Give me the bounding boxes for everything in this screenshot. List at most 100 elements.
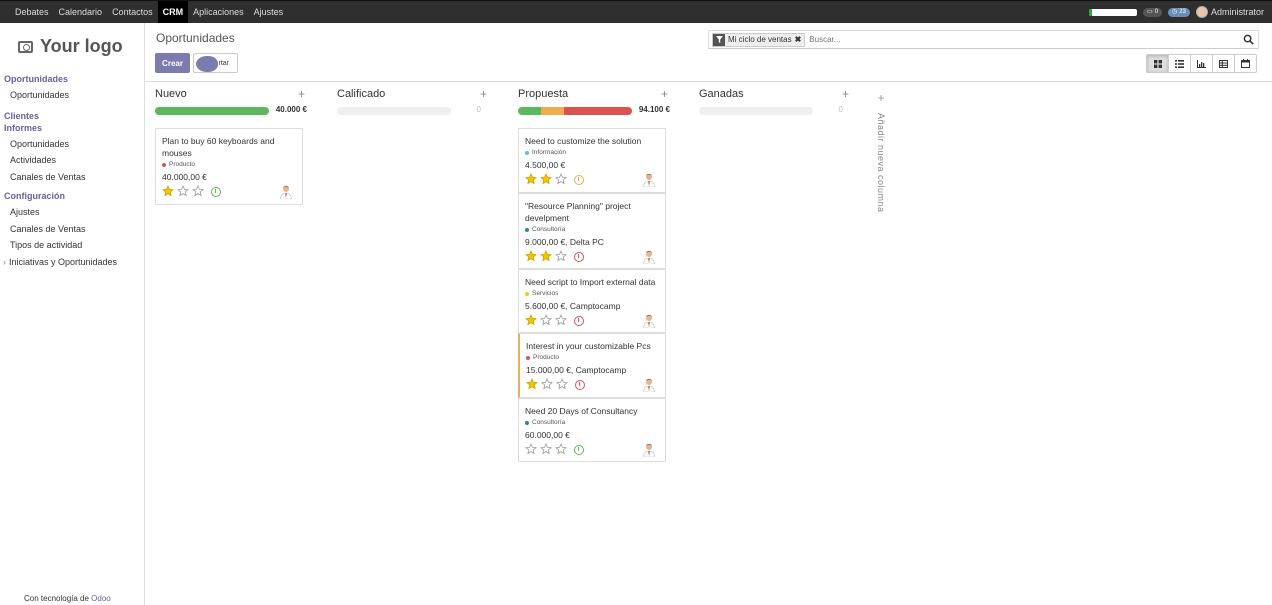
- sidebar-item-canales-de-ventas[interactable]: Canales de Ventas: [0, 221, 145, 238]
- star-icon[interactable]: [525, 250, 537, 264]
- sidebar-section-clientes[interactable]: Clientes: [0, 110, 145, 122]
- kanban-icon: [1153, 59, 1162, 68]
- sidebar-section-oportunidades[interactable]: Oportunidades: [0, 73, 145, 85]
- kanban-view-button[interactable]: [1146, 54, 1169, 73]
- calendar-view-button[interactable]: [1234, 54, 1257, 73]
- progress-segment[interactable]: [540, 107, 564, 115]
- activity-icon[interactable]: ◷ 23: [1168, 7, 1190, 17]
- sidebar-section-informes[interactable]: Informes: [0, 122, 145, 134]
- column-title[interactable]: Ganadas: [699, 88, 744, 100]
- star-icon[interactable]: [555, 443, 567, 457]
- star-icon[interactable]: [525, 443, 537, 457]
- star-icon[interactable]: [540, 443, 552, 457]
- progress-segment[interactable]: [155, 107, 269, 115]
- graph-view-button[interactable]: [1190, 54, 1213, 73]
- kanban-card[interactable]: Need 20 Days of Consultancy Consultoría …: [518, 398, 666, 462]
- column-total: 40.000 €: [275, 105, 307, 114]
- top-menu-ajustes[interactable]: Ajustes: [249, 1, 289, 23]
- activity-clock-icon[interactable]: [574, 252, 584, 262]
- sidebar: Your logo Oportunidades Oportunidades Clie…: [0, 23, 145, 605]
- sidebar-item-actividades[interactable]: Actividades: [0, 152, 145, 169]
- column-title[interactable]: Nuevo: [155, 88, 187, 100]
- star-icon[interactable]: [541, 378, 553, 392]
- sidebar-item-oportunidades[interactable]: Oportunidades: [0, 87, 145, 104]
- sidebar-item-iniciativas[interactable]: Iniciativas y Oportunidades: [0, 254, 145, 270]
- star-icon[interactable]: [540, 173, 552, 187]
- add-column-button[interactable]: + Añadir nueva columna: [874, 91, 888, 221]
- star-icon[interactable]: [540, 314, 552, 328]
- tag-label: Información: [532, 149, 566, 156]
- search-bar: Mi ciclo de ventas ✖: [708, 30, 1259, 49]
- create-button[interactable]: Crear: [155, 53, 190, 73]
- quick-create-plus-icon[interactable]: +: [842, 87, 849, 101]
- star-icon[interactable]: [540, 250, 552, 264]
- list-view-button[interactable]: [1168, 54, 1191, 73]
- activity-clock-icon[interactable]: [574, 175, 584, 185]
- top-menu-contactos[interactable]: Contactos: [107, 1, 158, 23]
- progress-segment[interactable]: [563, 107, 632, 115]
- import-label: rtar: [218, 59, 230, 67]
- odoo-link[interactable]: Odoo: [91, 594, 111, 603]
- column-title[interactable]: Propuesta: [518, 88, 568, 100]
- activity-clock-icon[interactable]: [574, 316, 584, 326]
- user-menu[interactable]: Administrator: [1195, 6, 1264, 18]
- sidebar-item-oportunidades[interactable]: Oportunidades: [0, 136, 145, 153]
- activity-clock-icon[interactable]: [574, 445, 584, 455]
- kanban-card[interactable]: Plan to buy 60 keyboards and mouses Prod…: [155, 128, 303, 205]
- star-icon[interactable]: [555, 250, 567, 264]
- import-button[interactable]: rtar: [193, 53, 238, 73]
- star-icon[interactable]: [555, 314, 567, 328]
- company-logo[interactable]: Your logo: [18, 36, 123, 57]
- kanban-card[interactable]: Need to customize the solution Informaci…: [518, 128, 666, 193]
- facet-remove-icon[interactable]: ✖: [795, 35, 805, 44]
- quick-create-plus-icon[interactable]: +: [480, 87, 487, 101]
- column-progress-bar[interactable]: [337, 107, 451, 115]
- tag-dot: [525, 421, 529, 425]
- card-title: "Resource Planning" project develpment: [525, 201, 631, 223]
- top-menu-debates[interactable]: Debates: [10, 1, 54, 23]
- column-progress-bar[interactable]: [699, 107, 813, 115]
- salesperson-avatar: [643, 443, 655, 458]
- card-amount: 60.000,00 €: [525, 430, 570, 440]
- top-menu-calendario[interactable]: Calendario: [54, 1, 108, 23]
- activity-clock-icon[interactable]: [211, 187, 221, 197]
- tag-label: Consultoría: [532, 226, 566, 233]
- star-icon[interactable]: [526, 378, 538, 392]
- search-input[interactable]: [809, 35, 1258, 44]
- activity-clock-icon[interactable]: [575, 380, 585, 390]
- star-icon[interactable]: [556, 378, 568, 392]
- quick-create-plus-icon[interactable]: +: [661, 87, 668, 101]
- top-menu-aplicaciones[interactable]: Aplicaciones: [188, 1, 249, 23]
- star-icon[interactable]: [525, 314, 537, 328]
- top-navbar: Debates Calendario Contactos CRM Aplicacione…: [0, 0, 1272, 23]
- powered-prefix: Con tecnología de: [24, 594, 89, 603]
- card-amount: 9.000,00 €, Delta PC: [525, 237, 604, 247]
- sidebar-item-ajustes[interactable]: Ajustes: [0, 204, 145, 221]
- quick-create-plus-icon[interactable]: +: [298, 87, 305, 101]
- sidebar-section-configuración[interactable]: Configuración: [0, 190, 145, 202]
- top-menu-crm[interactable]: CRM: [157, 1, 189, 23]
- star-icon[interactable]: [177, 185, 189, 199]
- sidebar-item-canales-de-ventas[interactable]: Canales de Ventas: [0, 169, 145, 186]
- column-progress-bar[interactable]: [518, 107, 632, 115]
- list-icon: [1175, 59, 1184, 68]
- star-icon[interactable]: [162, 185, 174, 199]
- star-icon[interactable]: [555, 173, 567, 187]
- column-title[interactable]: Calificado: [337, 88, 385, 100]
- tag-dot: [525, 151, 529, 155]
- pivot-view-button[interactable]: [1212, 54, 1235, 73]
- star-icon[interactable]: [525, 173, 537, 187]
- star-icon[interactable]: [192, 185, 204, 199]
- search-icon[interactable]: [1243, 34, 1254, 45]
- card-title: Need script to Import external data: [525, 277, 656, 287]
- column-progress-bar[interactable]: [155, 107, 269, 115]
- chat-icon[interactable]: ▭ 0: [1143, 7, 1163, 17]
- sidebar-item-tipos-de-actividad[interactable]: Tipos de actividad: [0, 237, 145, 254]
- card-amount: 15.000,00 €, Camptocamp: [526, 365, 627, 375]
- tag-label: Servicios: [532, 290, 559, 297]
- progress-segment[interactable]: [518, 107, 541, 115]
- kanban-card[interactable]: Interest in your customizable Pcs Produc…: [518, 333, 666, 398]
- kanban-card[interactable]: "Resource Planning" project develpment C…: [518, 193, 666, 269]
- card-title: Need to customize the solution: [525, 136, 642, 146]
- kanban-card[interactable]: Need script to Import external data Serv…: [518, 269, 666, 333]
